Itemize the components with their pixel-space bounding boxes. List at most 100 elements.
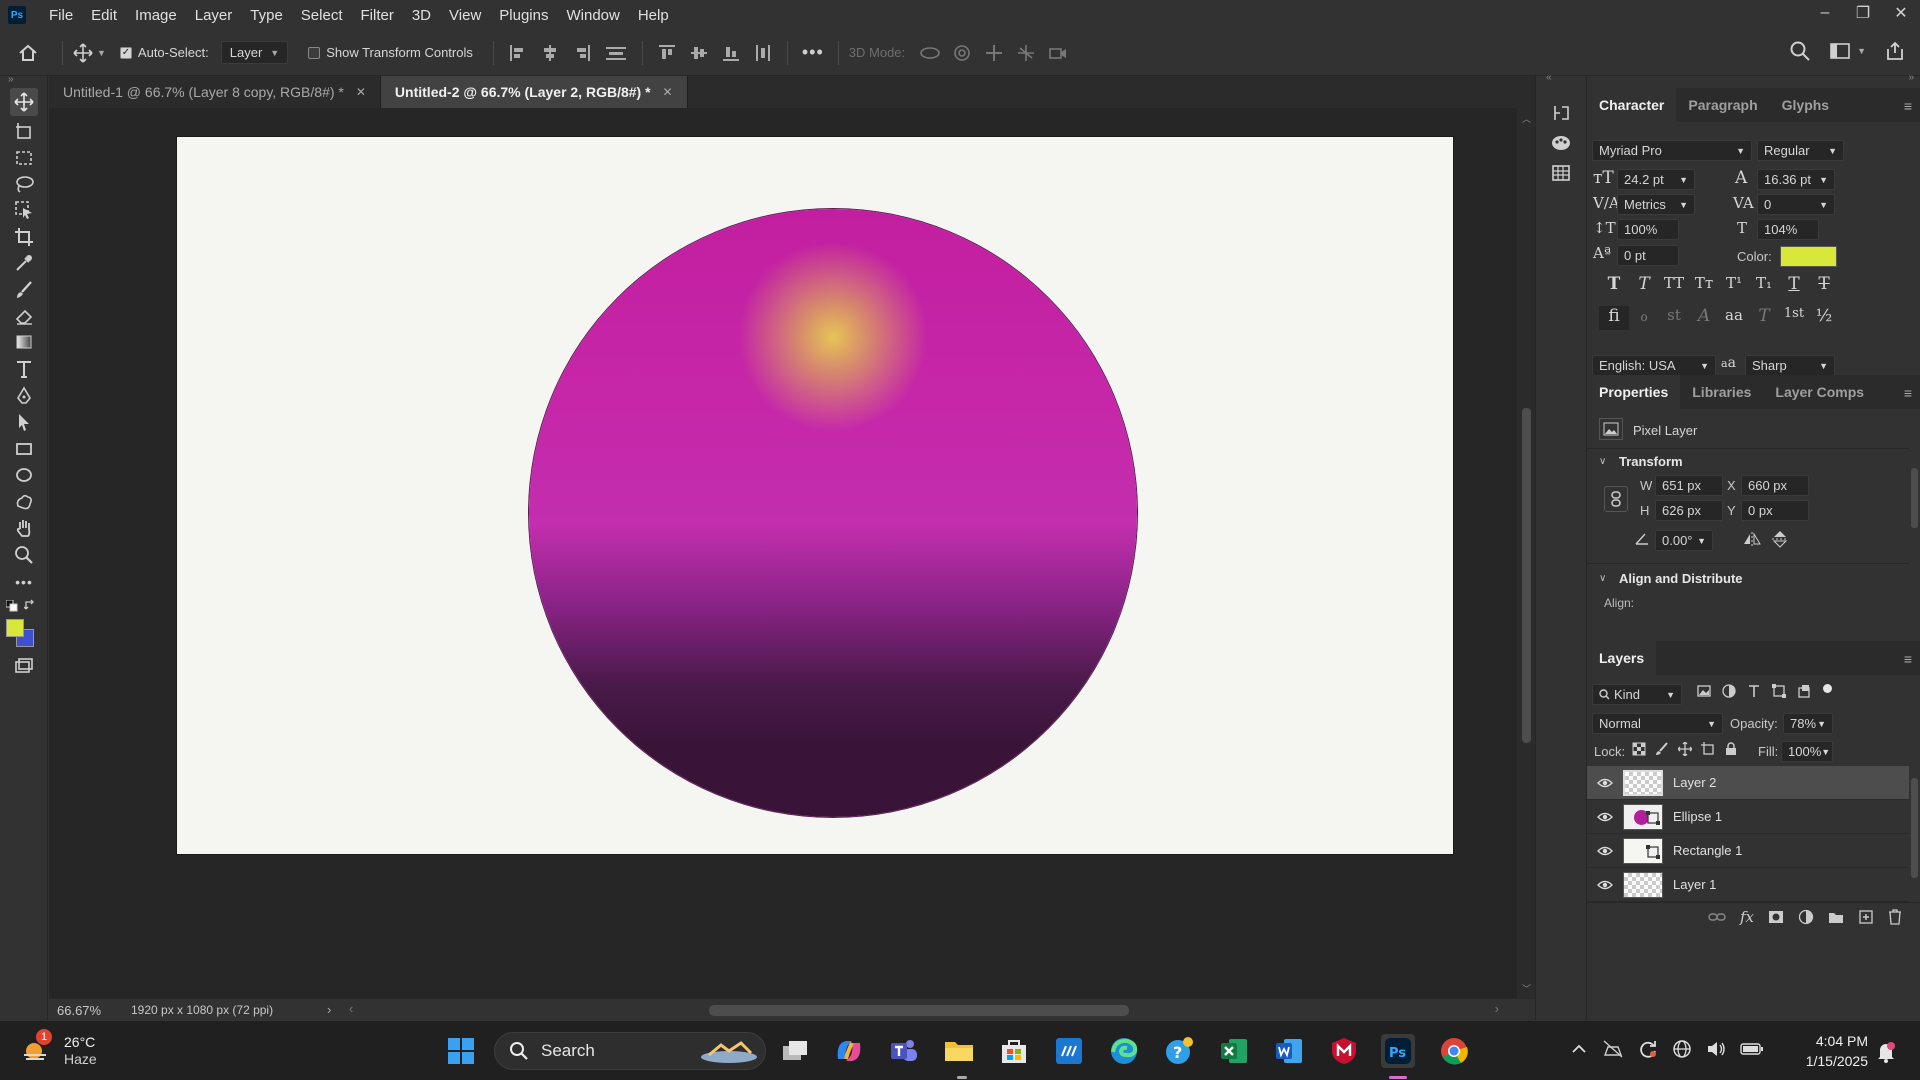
type-tool-icon[interactable]: [10, 355, 38, 383]
height-field[interactable]: 626 px: [1655, 500, 1723, 521]
auto-select-target-dropdown[interactable]: Layer ▼: [220, 41, 289, 64]
tab-layers[interactable]: Layers: [1587, 641, 1657, 675]
word-icon[interactable]: [1272, 1034, 1306, 1068]
3d-scale-icon[interactable]: [1047, 43, 1069, 63]
tab-properties[interactable]: Properties: [1587, 375, 1681, 409]
visibility-eye-icon[interactable]: [1587, 812, 1623, 822]
swap-colors-icon[interactable]: [24, 599, 36, 611]
ellipse-tool-icon[interactable]: [10, 461, 38, 489]
myhp-icon[interactable]: [1052, 1034, 1086, 1068]
layers-scrollbar[interactable]: [1909, 766, 1920, 896]
tab-untitled-1[interactable]: Untitled-1 @ 66.7% (Layer 8 copy, RGB/8#…: [49, 76, 381, 108]
new-group-icon[interactable]: [1828, 910, 1844, 924]
distribute-vertical-icon[interactable]: [604, 43, 628, 63]
clock[interactable]: 4:04 PM 1/15/2025: [1788, 1031, 1868, 1071]
artboard-tool-icon[interactable]: [10, 117, 38, 145]
add-mask-icon[interactable]: [1768, 910, 1784, 924]
photoshop-taskbar-icon[interactable]: Ps: [1381, 1034, 1415, 1068]
fill-field[interactable]: 100% ▼: [1781, 741, 1833, 762]
share-icon[interactable]: [1884, 40, 1906, 62]
width-field[interactable]: 651 px: [1655, 475, 1723, 496]
font-family-dropdown[interactable]: Myriad Pro ▼: [1592, 140, 1752, 161]
mcafee-icon[interactable]: [1327, 1034, 1361, 1068]
teams-icon[interactable]: [887, 1034, 921, 1068]
eyedropper-tool-icon[interactable]: [10, 249, 38, 277]
start-windows-icon[interactable]: [444, 1034, 478, 1068]
menu-plugins[interactable]: Plugins: [490, 7, 557, 24]
properties-scrollbar[interactable]: [1909, 448, 1920, 608]
menu-3d[interactable]: 3D: [403, 7, 440, 24]
status-info-arrow-icon[interactable]: ›: [327, 1002, 331, 1017]
show-transform-checkbox[interactable]: Show Transform Controls: [308, 45, 473, 60]
leading-field[interactable]: 16.36 pt ▼: [1757, 169, 1835, 190]
align-right-icon[interactable]: [572, 43, 592, 63]
file-explorer-icon[interactable]: [942, 1034, 976, 1068]
language-globe-icon[interactable]: [1672, 1039, 1692, 1059]
filter-adjustment-icon[interactable]: [1722, 684, 1736, 698]
layer-row-layer-2[interactable]: Layer 2: [1587, 766, 1909, 800]
lock-pixels-icon[interactable]: [1655, 742, 1669, 756]
tab-paragraph[interactable]: Paragraph: [1676, 88, 1769, 122]
zoom-level-field[interactable]: 66.67%: [49, 1003, 111, 1018]
vertical-scrollbar[interactable]: ︿ ﹀: [1517, 108, 1535, 999]
lasso-tool-icon[interactable]: [10, 170, 38, 198]
link-layers-icon[interactable]: [1708, 911, 1726, 923]
scroll-up-icon[interactable]: ︿: [1522, 112, 1531, 125]
gradient-tool-icon[interactable]: [10, 328, 38, 356]
panel-menu-icon[interactable]: ≡: [1904, 651, 1912, 667]
y-position-field[interactable]: 0 px: [1741, 500, 1809, 521]
fractions-icon[interactable]: ½: [1809, 306, 1839, 330]
workspace-switcher[interactable]: ▼: [1829, 41, 1866, 61]
tab-character[interactable]: Character: [1587, 88, 1677, 122]
microsoft-store-icon[interactable]: [997, 1034, 1031, 1068]
battery-icon[interactable]: [1740, 1042, 1764, 1056]
lock-all-icon[interactable]: [1724, 742, 1738, 756]
align-left-icon[interactable]: [508, 43, 528, 63]
weather-widget[interactable]: 1 26°C Haze: [20, 1029, 120, 1069]
titling-alternates-icon[interactable]: T: [1749, 306, 1779, 330]
get-help-icon[interactable]: ?: [1162, 1034, 1196, 1068]
link-dimensions-icon[interactable]: [1604, 486, 1628, 512]
close-icon[interactable]: ✕: [1882, 0, 1920, 26]
3d-slide-icon[interactable]: [1015, 43, 1037, 63]
tab-glyphs[interactable]: Glyphs: [1770, 88, 1841, 122]
delete-layer-icon[interactable]: [1888, 908, 1902, 925]
auto-select-checkbox[interactable]: ✓ Auto-Select:: [119, 45, 209, 60]
path-selection-tool-icon[interactable]: [10, 408, 38, 436]
menu-filter[interactable]: Filter: [352, 7, 403, 24]
vertical-scroll-thumb[interactable]: [1522, 408, 1531, 743]
underline-icon[interactable]: T: [1779, 274, 1809, 298]
horizontal-scale-field[interactable]: 104%: [1757, 219, 1819, 240]
scroll-right-icon[interactable]: ›: [1495, 1001, 1499, 1016]
filter-smart-object-icon[interactable]: [1797, 684, 1811, 698]
subscript-icon[interactable]: T₁: [1749, 274, 1779, 298]
text-color-swatch[interactable]: [1780, 246, 1837, 267]
new-fill-adjustment-icon[interactable]: [1798, 909, 1814, 925]
align-vcenter-icon[interactable]: [689, 43, 709, 63]
lock-artboard-icon[interactable]: [1701, 742, 1715, 756]
menu-file[interactable]: File: [40, 7, 82, 24]
3d-pan-icon[interactable]: [983, 43, 1005, 63]
move-tool-icon[interactable]: [10, 88, 38, 116]
marquee-tool-icon[interactable]: [10, 144, 38, 172]
edge-browser-icon[interactable]: [1107, 1034, 1141, 1068]
tracking-dropdown[interactable]: 0 ▼: [1757, 194, 1835, 215]
stylistic-alternates-icon[interactable]: aa: [1719, 306, 1749, 330]
menu-view[interactable]: View: [440, 7, 490, 24]
default-colors-icon[interactable]: [6, 600, 18, 612]
distribute-horizontal-icon[interactable]: [753, 43, 773, 63]
panel-menu-icon[interactable]: ≡: [1904, 385, 1912, 401]
collapse-panels-icon[interactable]: «: [1546, 72, 1552, 83]
menu-edit[interactable]: Edit: [82, 7, 126, 24]
ordinals-icon[interactable]: 1st: [1779, 306, 1809, 330]
new-layer-icon[interactable]: [1858, 909, 1874, 925]
minimize-icon[interactable]: –: [1806, 0, 1844, 26]
small-caps-icon[interactable]: Tт: [1689, 274, 1719, 298]
network-disabled-icon[interactable]: [1602, 1039, 1624, 1059]
faux-italic-icon[interactable]: T: [1629, 274, 1659, 298]
swatches-panel-icon[interactable]: [1548, 160, 1574, 186]
menu-layer[interactable]: Layer: [186, 7, 242, 24]
menu-select[interactable]: Select: [292, 7, 352, 24]
all-caps-icon[interactable]: TT: [1659, 274, 1689, 298]
opacity-field[interactable]: 78% ▼: [1783, 713, 1833, 734]
